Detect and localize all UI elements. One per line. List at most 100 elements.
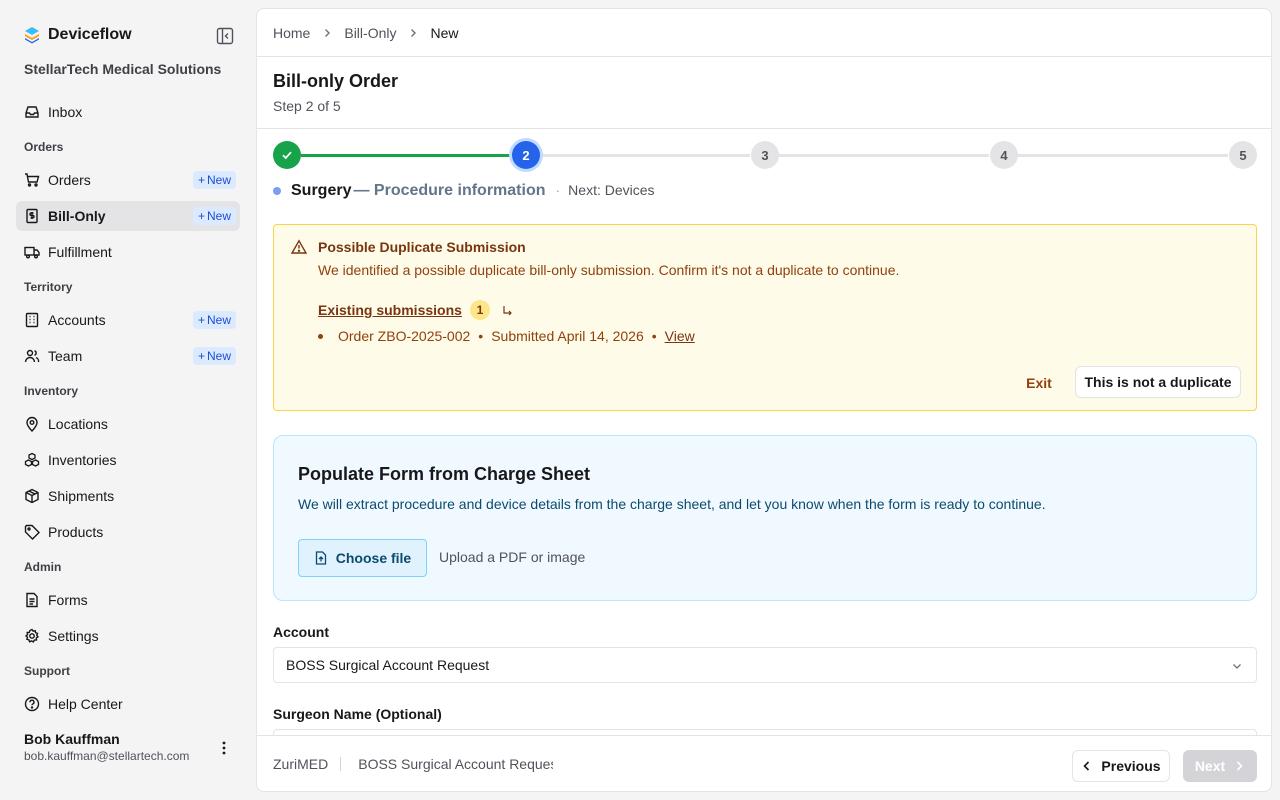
step-connector-4	[1017, 154, 1228, 157]
cart-icon	[24, 172, 40, 188]
sidebar-item-label: Inventories	[48, 452, 117, 468]
step-3[interactable]: 3	[751, 141, 779, 169]
account-label: Account	[273, 624, 329, 640]
not-duplicate-button[interactable]: This is not a duplicate	[1075, 366, 1241, 398]
breadcrumb: Home Bill-Only New	[273, 25, 459, 41]
breadcrumb-home[interactable]: Home	[273, 25, 310, 41]
chevron-down-icon	[1233, 664, 1241, 669]
charge-sheet-title: Populate Form from Charge Sheet	[298, 464, 591, 484]
footer-account: BOSS Surgical Account Request	[353, 756, 553, 772]
next-button[interactable]: Next	[1183, 750, 1257, 782]
check-icon	[282, 151, 292, 160]
user-email: bob.kauffman@stellartech.com	[24, 749, 190, 763]
alert-triangle-icon	[291, 239, 307, 254]
choose-file-label: Choose file	[335, 550, 412, 566]
sidebar-collapse-icon[interactable]	[216, 27, 234, 45]
step-name: Surgery	[291, 182, 352, 199]
step-count: Step 2 of 5	[273, 98, 341, 114]
step-2[interactable]: 2	[512, 141, 540, 169]
plus-icon: +	[197, 313, 205, 327]
footer-account-name: BOSS Surgical Account Request	[358, 756, 554, 772]
divider	[257, 128, 1271, 129]
deviceflow-logo-icon	[25, 27, 39, 44]
sidebar-item-label: Orders	[48, 172, 91, 188]
new-bill-only-badge[interactable]: + New	[192, 207, 236, 225]
users-icon	[24, 348, 40, 364]
sidebar-item-orders[interactable]: Orders + New	[16, 165, 240, 195]
warning-message: We identified a possible duplicate bill-…	[318, 262, 900, 278]
breadcrumb-current: New	[430, 25, 459, 41]
step-4[interactable]: 4	[990, 141, 1018, 169]
org-name: StellarTech Medical Solutions	[24, 61, 222, 77]
section-support: Support	[24, 664, 70, 678]
app-name: Deviceflow	[48, 26, 132, 43]
existing-submissions: Existing submissions 1	[318, 300, 514, 320]
sidebar-item-label: Locations	[48, 416, 108, 432]
account-value: BOSS Surgical Account Request	[286, 657, 490, 673]
plus-icon: +	[197, 349, 205, 363]
sidebar-item-label: Products	[48, 524, 104, 540]
sidebar-item-forms[interactable]: Forms	[16, 585, 240, 615]
collapse-indicator-icon	[503, 306, 512, 316]
step-5[interactable]: 5	[1229, 141, 1257, 169]
sidebar-item-label: Fulfillment	[48, 244, 112, 260]
sidebar-item-bill-only[interactable]: Bill-Only + New	[16, 201, 240, 231]
sidebar-item-team[interactable]: Team + New	[16, 341, 240, 371]
warning-title: Possible Duplicate Submission	[318, 239, 526, 255]
sidebar-item-label: Forms	[48, 592, 88, 608]
main-panel: Home Bill-Only New Bill-only Order Step …	[256, 8, 1272, 792]
existing-submissions-toggle[interactable]: Existing submissions	[318, 302, 462, 318]
section-territory: Territory	[24, 280, 73, 294]
sidebar-item-inventories[interactable]: Inventories	[16, 445, 240, 475]
footer-bar: ZuriMED BOSS Surgical Account Request Pr…	[257, 735, 1271, 791]
brand[interactable]: Deviceflow	[24, 26, 132, 44]
inbox-icon	[24, 104, 40, 120]
sidebar-item-fulfillment[interactable]: Fulfillment	[16, 237, 240, 267]
tag-icon	[24, 524, 40, 540]
previous-button[interactable]: Previous	[1072, 750, 1170, 782]
step-1[interactable]	[273, 141, 301, 169]
charge-sheet-panel: Populate Form from Charge Sheet We will …	[273, 435, 1257, 601]
new-order-badge[interactable]: + New	[192, 171, 236, 189]
choose-file-button[interactable]: Choose file	[298, 539, 427, 577]
sidebar-item-locations[interactable]: Locations	[16, 409, 240, 439]
exit-button[interactable]: Exit	[1012, 367, 1066, 399]
user-name: Bob Kauffman	[24, 731, 120, 747]
sidebar-item-products[interactable]: Products	[16, 517, 240, 547]
chevron-right-icon	[408, 28, 418, 38]
upload-hint: Upload a PDF or image	[439, 549, 586, 565]
sidebar-item-accounts[interactable]: Accounts + New	[16, 305, 240, 335]
step-connector-2	[539, 154, 750, 157]
new-account-badge[interactable]: + New	[192, 311, 236, 329]
plus-icon: +	[197, 209, 205, 223]
sidebar: Deviceflow StellarTech Medical Solutions…	[0, 0, 256, 800]
new-team-badge[interactable]: + New	[192, 347, 236, 365]
step-connector-1	[301, 154, 511, 157]
chevron-left-icon	[1083, 761, 1090, 771]
section-orders: Orders	[24, 140, 64, 154]
submission-order: Order ZBO-2025-002	[338, 328, 471, 344]
footer-context: ZuriMED BOSS Surgical Account Request	[273, 756, 553, 772]
gear-icon	[24, 628, 40, 644]
manufacturer-name: ZuriMED	[273, 756, 329, 772]
sidebar-item-label: Team	[48, 348, 83, 364]
sidebar-item-label: Settings	[48, 628, 99, 644]
file-text-icon	[24, 592, 40, 608]
section-admin: Admin	[24, 560, 62, 574]
divider	[257, 56, 1271, 57]
building-icon	[24, 312, 40, 328]
submission-item: Order ZBO-2025-002 • Submitted April 14,…	[318, 328, 695, 344]
divider	[340, 757, 342, 771]
receipt-dollar-icon	[24, 208, 40, 224]
view-submission-link[interactable]: View	[665, 328, 695, 344]
file-upload-icon	[315, 551, 326, 565]
plus-icon: +	[197, 173, 205, 187]
account-select[interactable]: BOSS Surgical Account Request	[273, 647, 1257, 683]
sidebar-item-inbox[interactable]: Inbox	[16, 97, 240, 127]
breadcrumb-bill-only[interactable]: Bill-Only	[344, 25, 396, 41]
sidebar-item-shipments[interactable]: Shipments	[16, 481, 240, 511]
sidebar-item-settings[interactable]: Settings	[16, 621, 240, 651]
sidebar-item-help-center[interactable]: Help Center	[16, 689, 240, 719]
more-vertical-icon[interactable]	[219, 740, 229, 756]
current-step-label: Surgery — Procedure information · Next: …	[273, 182, 655, 200]
